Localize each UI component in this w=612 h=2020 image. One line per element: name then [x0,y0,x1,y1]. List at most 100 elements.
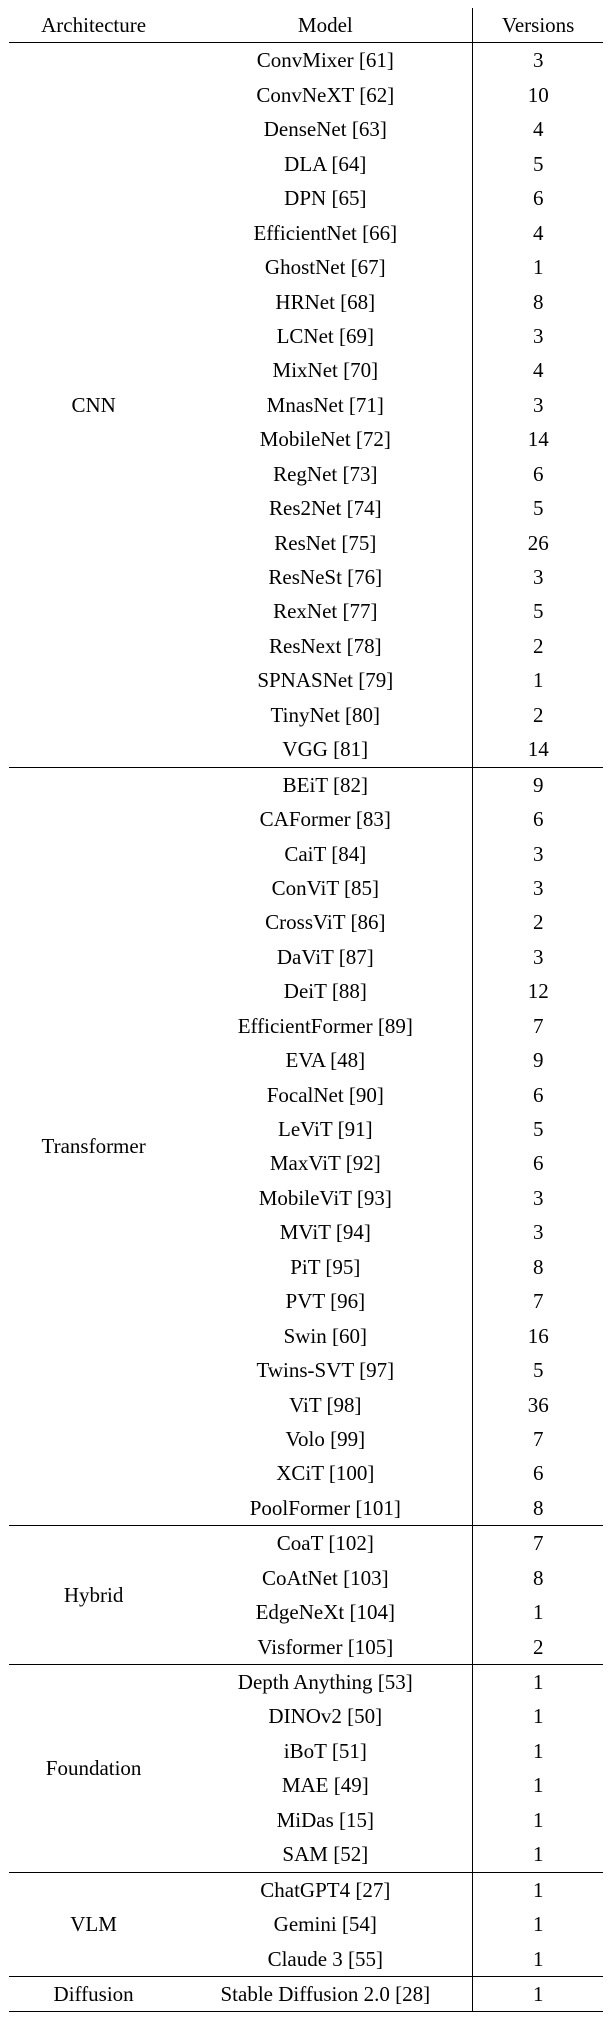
citation-ref: 104 [357,1600,389,1624]
model-name: Claude 3 [268,1947,343,1971]
architecture-cell: Hybrid [9,1526,178,1665]
citation-ref: 92 [353,1151,374,1175]
model-name: BEiT [283,773,328,797]
versions-cell: 1 [473,1595,603,1629]
versions-cell: 3 [473,940,603,974]
model-cell: CoaT [102] [178,1526,473,1561]
versions-cell: 1 [473,1734,603,1768]
model-cell: MobileViT [93] [178,1181,473,1215]
model-cell: DenseNet [63] [178,112,473,146]
citation-ref: 84 [338,842,359,866]
model-name: Gemini [274,1912,337,1936]
model-name: MixNet [273,358,338,382]
model-name: EVA [286,1048,325,1072]
model-cell: LCNet [69] [178,319,473,353]
table-row: CNNConvMixer [61]3 [9,43,603,78]
model-name: ConViT [272,876,339,900]
citation-ref: 61 [366,48,387,72]
model-cell: PoolFormer [101] [178,1491,473,1526]
versions-cell: 9 [473,1043,603,1077]
citation-ref: 82 [340,773,361,797]
citation-ref: 48 [337,1048,358,1072]
model-name: MobileViT [259,1186,352,1210]
versions-cell: 5 [473,491,603,525]
model-name: MaxViT [270,1151,341,1175]
versions-cell: 5 [473,1353,603,1387]
model-name: XCiT [276,1461,323,1485]
citation-ref: 66 [369,221,390,245]
model-name: Volo [286,1427,325,1451]
architecture-cell: Diffusion [9,1976,178,2011]
versions-cell: 7 [473,1009,603,1043]
citation-ref: 93 [364,1186,385,1210]
model-cell: Claude 3 [55] [178,1942,473,1977]
citation-ref: 49 [341,1773,362,1797]
citation-ref: 91 [345,1117,366,1141]
model-cell: LeViT [91] [178,1112,473,1146]
versions-cell: 7 [473,1526,603,1561]
model-name: MnasNet [267,393,344,417]
model-name: DLA [284,152,326,176]
citation-ref: 74 [354,496,375,520]
citation-ref: 50 [354,1704,375,1728]
versions-cell: 6 [473,457,603,491]
citation-ref: 78 [354,634,375,658]
model-cell: MiDas [15] [178,1803,473,1837]
model-cell: Visformer [105] [178,1630,473,1665]
model-name: ViT [289,1393,321,1417]
citation-ref: 69 [346,324,367,348]
citation-ref: 60 [339,1324,360,1348]
model-cell: BEiT [82] [178,767,473,802]
versions-cell: 5 [473,1112,603,1146]
model-cell: EVA [48] [178,1043,473,1077]
versions-cell: 1 [473,1803,603,1837]
versions-cell: 6 [473,1146,603,1180]
model-cell: TinyNet [80] [178,698,473,732]
versions-cell: 8 [473,285,603,319]
model-name: MViT [280,1220,331,1244]
model-cell: MAE [49] [178,1768,473,1802]
versions-cell: 4 [473,353,603,387]
model-cell: MnasNet [71] [178,388,473,422]
model-cell: MixNet [70] [178,353,473,387]
citation-ref: 63 [359,117,380,141]
table-row: TransformerBEiT [82]9 [9,767,603,802]
versions-cell: 2 [473,698,603,732]
model-name: ConvMixer [257,48,354,72]
citation-ref: 15 [346,1808,367,1832]
model-name: ResNeSt [268,565,342,589]
model-name: EdgeNeXt [256,1600,345,1624]
versions-cell: 1 [473,1976,603,2011]
versions-cell: 4 [473,112,603,146]
versions-cell: 1 [473,663,603,697]
versions-cell: 26 [473,526,603,560]
model-cell: RexNet [77] [178,594,473,628]
versions-cell: 2 [473,905,603,939]
model-name: CrossViT [265,910,345,934]
model-cell: MaxViT [92] [178,1146,473,1180]
versions-cell: 3 [473,319,603,353]
versions-cell: 7 [473,1284,603,1318]
model-name: MAE [282,1773,329,1797]
versions-cell: 3 [473,1215,603,1249]
model-name: Visformer [257,1635,342,1659]
model-name: LeViT [278,1117,332,1141]
table-header-row: Architecture Model Versions [9,8,603,43]
versions-cell: 8 [473,1250,603,1284]
model-name: Stable Diffusion 2.0 [221,1982,390,2006]
citation-ref: 98 [334,1393,355,1417]
versions-cell: 36 [473,1388,603,1422]
model-name: ResNet [274,531,336,555]
model-cell: ConvNeXT [62] [178,78,473,112]
model-name: LCNet [277,324,334,348]
citation-ref: 55 [355,1947,376,1971]
versions-cell: 2 [473,629,603,663]
model-name: CoaT [277,1531,323,1555]
versions-cell: 3 [473,560,603,594]
versions-cell: 1 [473,1907,603,1941]
citation-ref: 71 [356,393,377,417]
architecture-cell: Foundation [9,1665,178,1873]
model-cell: FocalNet [90] [178,1078,473,1112]
citation-ref: 97 [366,1358,387,1382]
citation-ref: 99 [337,1427,358,1451]
